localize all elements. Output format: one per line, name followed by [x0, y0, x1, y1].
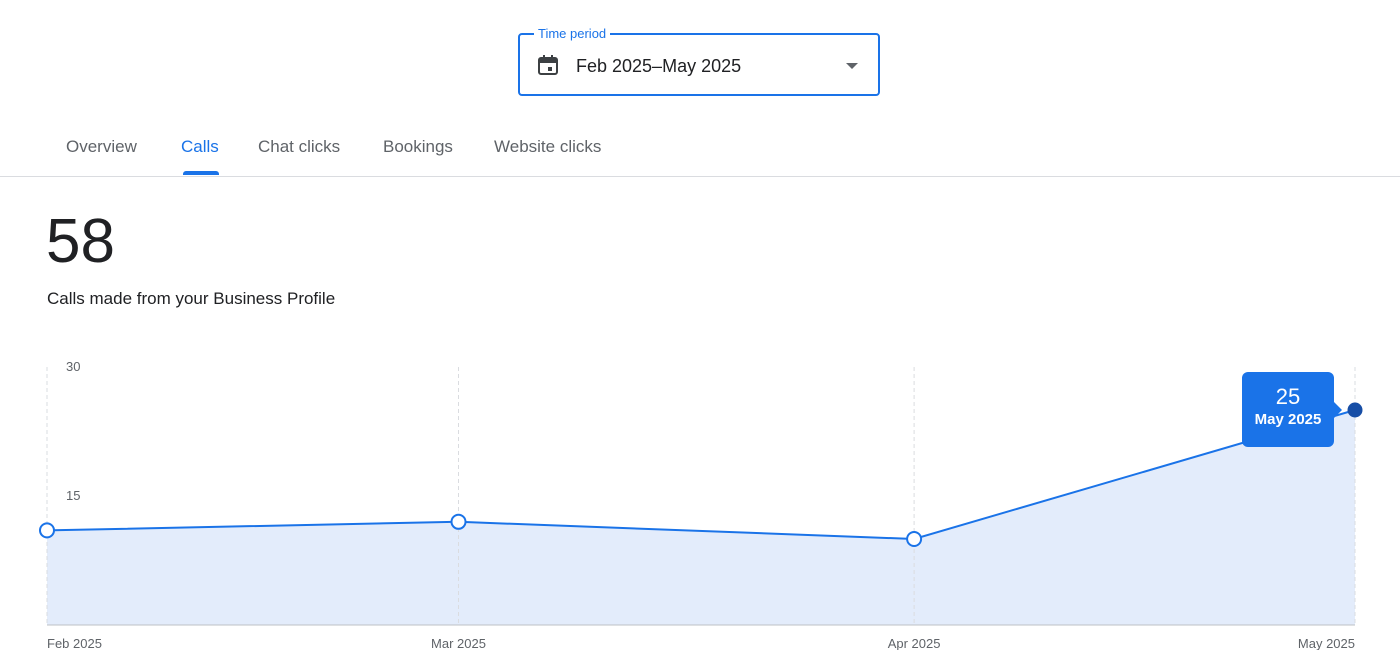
data-point — [39, 522, 55, 539]
y-tick-label: 30 — [66, 359, 80, 374]
tooltip-pointer — [1334, 402, 1342, 418]
x-tick-label: Apr 2025 — [888, 636, 941, 650]
x-tick-label: Mar 2025 — [431, 636, 486, 650]
x-tick-label: May 2025 — [1298, 636, 1355, 650]
tooltip-value: 25 — [1275, 384, 1301, 409]
data-point — [450, 513, 467, 530]
performance-page: Time period Feb 2025–May 2025 Overview C… — [0, 0, 1400, 650]
chart-tooltip: 25 May 2025 — [1242, 372, 1342, 447]
x-tick-label: Feb 2025 — [47, 636, 102, 650]
tooltip-label: May 2025 — [1254, 411, 1322, 428]
calls-chart: 15 30 Feb 2025 Mar 2025 Apr 2025 May 2025 — [39, 359, 1363, 650]
area-fill — [47, 410, 1355, 625]
data-point — [906, 531, 923, 547]
data-point-highlighted — [1347, 402, 1363, 418]
y-tick-label: 15 — [66, 488, 80, 503]
